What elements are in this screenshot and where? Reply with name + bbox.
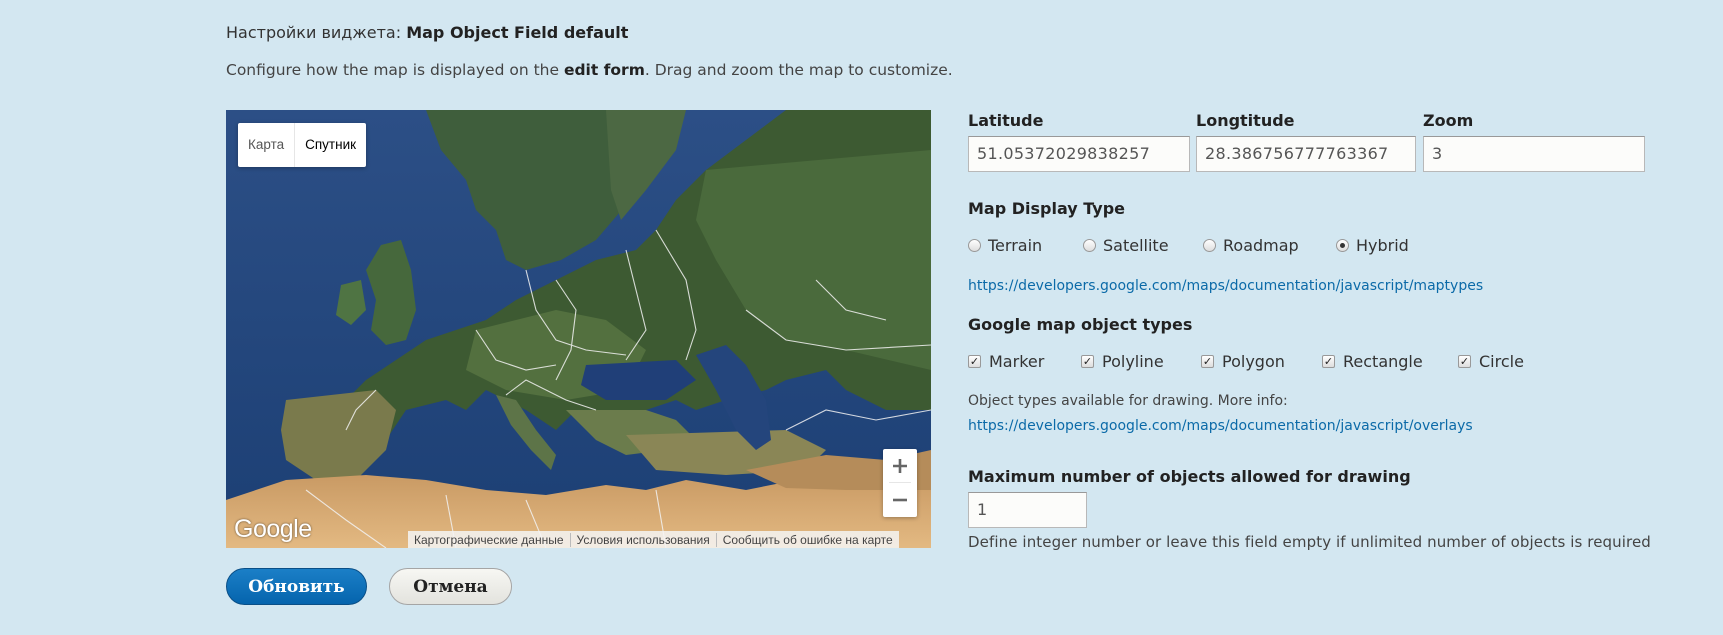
checkbox-rectangle-control[interactable]: ✓	[1322, 355, 1335, 368]
checkbox-marker-label: Marker	[989, 352, 1045, 371]
max-objects-input[interactable]: 1	[968, 492, 1087, 528]
map-attribution-bar: Картографические данные Условия использо…	[408, 531, 899, 548]
zoom-label: Zoom	[1423, 111, 1474, 130]
latitude-input[interactable]: 51.05372029838257	[968, 136, 1190, 172]
checkbox-circle[interactable]: ✓ Circle	[1458, 352, 1524, 371]
widget-description: Configure how the map is displayed on th…	[226, 61, 953, 79]
checkbox-marker-control[interactable]: ✓	[968, 355, 981, 368]
map-type-satellite-button[interactable]: Спутник	[295, 123, 366, 167]
plus-icon	[893, 458, 907, 473]
zoom-control	[883, 449, 917, 517]
attribution-terms[interactable]: Условия использования	[571, 532, 717, 547]
radio-terrain-label: Terrain	[988, 236, 1043, 255]
overlays-doc-link[interactable]: https://developers.google.com/maps/docum…	[968, 418, 1473, 434]
longitude-label: Longtitude	[1196, 111, 1295, 130]
latitude-label: Latitude	[968, 111, 1044, 130]
zoom-input[interactable]: 3	[1423, 136, 1645, 172]
radio-hybrid-control[interactable]	[1336, 239, 1349, 252]
zoom-in-button[interactable]	[883, 449, 917, 482]
checkbox-polyline-control[interactable]: ✓	[1081, 355, 1094, 368]
checkbox-polygon-label: Polygon	[1222, 352, 1285, 371]
map-type-control: Карта Спутник	[238, 123, 367, 167]
map-type-map-button[interactable]: Карта	[238, 123, 294, 167]
object-types-note: Object types available for drawing. More…	[968, 393, 1288, 409]
longitude-input[interactable]: 28.386756777763367	[1196, 136, 1416, 172]
radio-roadmap-control[interactable]	[1203, 239, 1216, 252]
maptypes-doc-link[interactable]: https://developers.google.com/maps/docum…	[968, 278, 1483, 294]
radio-terrain-control[interactable]	[968, 239, 981, 252]
checkbox-polyline-label: Polyline	[1102, 352, 1164, 371]
checkbox-circle-label: Circle	[1479, 352, 1524, 371]
minus-icon	[893, 498, 907, 501]
radio-hybrid-label: Hybrid	[1356, 236, 1409, 255]
google-logo: Google	[234, 515, 312, 543]
desc-pre: Configure how the map is displayed on th…	[226, 61, 564, 79]
radio-terrain[interactable]: Terrain	[968, 236, 1042, 255]
checkbox-rectangle[interactable]: ✓ Rectangle	[1322, 352, 1423, 371]
checkbox-polygon-control[interactable]: ✓	[1201, 355, 1214, 368]
checkbox-circle-control[interactable]: ✓	[1458, 355, 1471, 368]
max-objects-help: Define integer number or leave this fiel…	[968, 533, 1651, 551]
radio-satellite[interactable]: Satellite	[1083, 236, 1169, 255]
map-display-type-label: Map Display Type	[968, 199, 1126, 218]
radio-roadmap[interactable]: Roadmap	[1203, 236, 1299, 255]
widget-settings-title: Настройки виджета: Map Object Field defa…	[226, 23, 628, 42]
object-types-label: Google map object types	[968, 315, 1193, 334]
radio-hybrid[interactable]: Hybrid	[1336, 236, 1409, 255]
title-name: Map Object Field default	[406, 23, 629, 42]
satellite-imagery	[226, 110, 931, 548]
checkbox-polygon[interactable]: ✓ Polygon	[1201, 352, 1285, 371]
zoom-out-button[interactable]	[883, 483, 917, 516]
radio-roadmap-label: Roadmap	[1223, 236, 1299, 255]
checkbox-polyline[interactable]: ✓ Polyline	[1081, 352, 1164, 371]
checkbox-marker[interactable]: ✓ Marker	[968, 352, 1044, 371]
title-prefix: Настройки виджета:	[226, 23, 407, 42]
attribution-map-data[interactable]: Картографические данные	[408, 532, 571, 547]
update-button[interactable]: Обновить	[226, 568, 367, 605]
map-canvas[interactable]: Карта Спутник Google Картографические да…	[226, 110, 931, 548]
attribution-report-error[interactable]: Сообщить об ошибке на карте	[717, 533, 899, 547]
max-objects-label: Maximum number of objects allowed for dr…	[968, 467, 1411, 486]
checkbox-rectangle-label: Rectangle	[1343, 352, 1423, 371]
cancel-button[interactable]: Отмена	[389, 568, 512, 605]
radio-satellite-control[interactable]	[1083, 239, 1096, 252]
desc-bold: edit form	[563, 61, 645, 79]
desc-post: . Drag and zoom the map to customize.	[644, 61, 953, 79]
radio-satellite-label: Satellite	[1103, 236, 1169, 255]
